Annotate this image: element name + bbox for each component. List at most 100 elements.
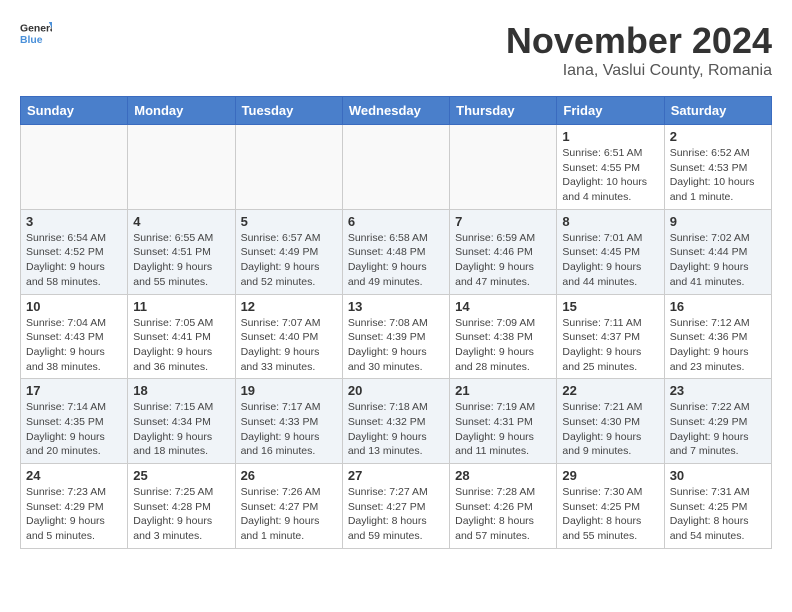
day-number: 23 [670,383,766,398]
day-info: Sunrise: 7:01 AM Sunset: 4:45 PM Dayligh… [562,231,658,290]
calendar-cell: 27Sunrise: 7:27 AM Sunset: 4:27 PM Dayli… [342,464,449,549]
day-header-friday: Friday [557,97,664,125]
header: General Blue November 2024 Iana, Vaslui … [20,20,772,80]
svg-text:Blue: Blue [20,35,43,46]
day-header-thursday: Thursday [450,97,557,125]
day-info: Sunrise: 6:55 AM Sunset: 4:51 PM Dayligh… [133,231,229,290]
day-info: Sunrise: 7:15 AM Sunset: 4:34 PM Dayligh… [133,400,229,459]
day-info: Sunrise: 6:58 AM Sunset: 4:48 PM Dayligh… [348,231,444,290]
subtitle: Iana, Vaslui County, Romania [506,62,772,80]
day-number: 11 [133,299,229,314]
day-number: 15 [562,299,658,314]
day-info: Sunrise: 7:05 AM Sunset: 4:41 PM Dayligh… [133,316,229,375]
day-info: Sunrise: 7:22 AM Sunset: 4:29 PM Dayligh… [670,400,766,459]
day-header-monday: Monday [128,97,235,125]
calendar-cell: 29 Sunrise: 7:30 AM Sunset: 4:25 PM Dayli… [557,464,664,549]
calendar-cell: 4 Sunrise: 6:55 AM Sunset: 4:51 PM Daylig… [128,209,235,294]
calendar-cell: 16 Sunrise: 7:12 AM Sunset: 4:36 PM Dayli… [664,294,771,379]
calendar-cell: 6 Sunrise: 6:58 AM Sunset: 4:48 PM Daylig… [342,209,449,294]
calendar-cell: 22 Sunrise: 7:21 AM Sunset: 4:30 PM Dayli… [557,379,664,464]
day-number: 19 [241,383,337,398]
calendar-cell: 30 Sunrise: 7:31 AM Sunset: 4:25 PM Dayli… [664,464,771,549]
day-number: 4 [133,214,229,229]
day-number: 7 [455,214,551,229]
calendar-cell [235,125,342,210]
calendar-cell: 28 Sunrise: 7:28 AM Sunset: 4:26 PM Dayli… [450,464,557,549]
calendar-cell: 15 Sunrise: 7:11 AM Sunset: 4:37 PM Dayli… [557,294,664,379]
day-info: Sunrise: 7:21 AM Sunset: 4:30 PM Dayligh… [562,400,658,459]
day-number: 9 [670,214,766,229]
day-info: Sunrise: 6:59 AM Sunset: 4:46 PM Dayligh… [455,231,551,290]
day-number: 30 [670,468,766,483]
day-info: Sunrise: 7:30 AM Sunset: 4:25 PM Dayligh… [562,485,658,544]
calendar-cell: 10 Sunrise: 7:04 AM Sunset: 4:43 PM Dayli… [21,294,128,379]
calendar-cell: 21 Sunrise: 7:19 AM Sunset: 4:31 PM Dayli… [450,379,557,464]
calendar-cell: 24 Sunrise: 7:23 AM Sunset: 4:29 PM Dayli… [21,464,128,549]
day-info: Sunrise: 7:26 AM Sunset: 4:27 PM Dayligh… [241,485,337,544]
day-number: 28 [455,468,551,483]
day-info: Sunrise: 7:08 AM Sunset: 4:39 PM Dayligh… [348,316,444,375]
calendar-cell [450,125,557,210]
day-number: 24 [26,468,122,483]
logo-icon: General Blue [20,20,52,48]
calendar-cell: 7 Sunrise: 6:59 AM Sunset: 4:46 PM Daylig… [450,209,557,294]
day-info: Sunrise: 7:11 AM Sunset: 4:37 PM Dayligh… [562,316,658,375]
calendar-cell: 9 Sunrise: 7:02 AM Sunset: 4:44 PM Daylig… [664,209,771,294]
day-number: 10 [26,299,122,314]
calendar-cell: 13 Sunrise: 7:08 AM Sunset: 4:39 PM Dayli… [342,294,449,379]
day-info: Sunrise: 7:04 AM Sunset: 4:43 PM Dayligh… [26,316,122,375]
day-number: 21 [455,383,551,398]
day-info: Sunrise: 6:51 AM Sunset: 4:55 PM Dayligh… [562,146,658,205]
calendar-cell: 17 Sunrise: 7:14 AM Sunset: 4:35 PM Dayli… [21,379,128,464]
calendar-cell: 1Sunrise: 6:51 AM Sunset: 4:55 PM Daylig… [557,125,664,210]
day-info: Sunrise: 7:14 AM Sunset: 4:35 PM Dayligh… [26,400,122,459]
day-info: Sunrise: 7:25 AM Sunset: 4:28 PM Dayligh… [133,485,229,544]
day-info: Sunrise: 7:28 AM Sunset: 4:26 PM Dayligh… [455,485,551,544]
day-number: 20 [348,383,444,398]
calendar-cell: 5Sunrise: 6:57 AM Sunset: 4:49 PM Daylig… [235,209,342,294]
calendar-cell: 11 Sunrise: 7:05 AM Sunset: 4:41 PM Dayli… [128,294,235,379]
day-info: Sunrise: 7:12 AM Sunset: 4:36 PM Dayligh… [670,316,766,375]
calendar-cell: 8Sunrise: 7:01 AM Sunset: 4:45 PM Daylig… [557,209,664,294]
day-number: 22 [562,383,658,398]
day-number: 16 [670,299,766,314]
day-number: 3 [26,214,122,229]
day-info: Sunrise: 6:57 AM Sunset: 4:49 PM Dayligh… [241,231,337,290]
calendar-cell: 3 Sunrise: 6:54 AM Sunset: 4:52 PM Daylig… [21,209,128,294]
day-number: 14 [455,299,551,314]
day-number: 17 [26,383,122,398]
svg-text:General: General [20,24,52,35]
day-number: 25 [133,468,229,483]
day-info: Sunrise: 7:17 AM Sunset: 4:33 PM Dayligh… [241,400,337,459]
month-title: November 2024 [506,20,772,62]
day-number: 29 [562,468,658,483]
day-info: Sunrise: 7:23 AM Sunset: 4:29 PM Dayligh… [26,485,122,544]
day-number: 13 [348,299,444,314]
day-info: Sunrise: 6:54 AM Sunset: 4:52 PM Dayligh… [26,231,122,290]
day-number: 12 [241,299,337,314]
day-number: 2 [670,129,766,144]
day-header-tuesday: Tuesday [235,97,342,125]
calendar-cell: 23 Sunrise: 7:22 AM Sunset: 4:29 PM Dayli… [664,379,771,464]
day-info: Sunrise: 7:18 AM Sunset: 4:32 PM Dayligh… [348,400,444,459]
day-info: Sunrise: 7:02 AM Sunset: 4:44 PM Dayligh… [670,231,766,290]
calendar-cell [128,125,235,210]
day-number: 18 [133,383,229,398]
title-section: November 2024 Iana, Vaslui County, Roman… [506,20,772,80]
calendar-cell: 19 Sunrise: 7:17 AM Sunset: 4:33 PM Dayli… [235,379,342,464]
day-info: Sunrise: 7:07 AM Sunset: 4:40 PM Dayligh… [241,316,337,375]
day-info: Sunrise: 7:31 AM Sunset: 4:25 PM Dayligh… [670,485,766,544]
day-info: Sunrise: 7:19 AM Sunset: 4:31 PM Dayligh… [455,400,551,459]
logo: General Blue [20,20,52,48]
day-info: Sunrise: 7:09 AM Sunset: 4:38 PM Dayligh… [455,316,551,375]
day-header-wednesday: Wednesday [342,97,449,125]
day-info: Sunrise: 6:52 AM Sunset: 4:53 PM Dayligh… [670,146,766,205]
day-number: 27 [348,468,444,483]
calendar-cell [21,125,128,210]
calendar-table: SundayMondayTuesdayWednesdayThursdayFrid… [20,96,772,549]
day-number: 26 [241,468,337,483]
day-number: 6 [348,214,444,229]
calendar-cell [342,125,449,210]
calendar-cell: 12 Sunrise: 7:07 AM Sunset: 4:40 PM Dayli… [235,294,342,379]
calendar-cell: 2 Sunrise: 6:52 AM Sunset: 4:53 PM Daylig… [664,125,771,210]
